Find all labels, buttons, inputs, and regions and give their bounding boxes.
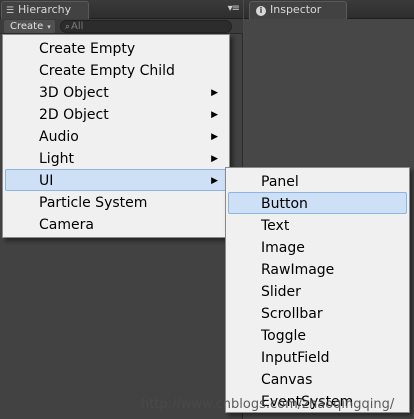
menu-item-2d-object[interactable]: 2D Object ▶ bbox=[5, 103, 227, 125]
menu-item-label: UI bbox=[39, 173, 54, 189]
create-button[interactable]: Create ▾ bbox=[4, 20, 55, 33]
menu-item-create-empty-child[interactable]: Create Empty Child bbox=[5, 59, 227, 81]
submenu-item-image[interactable]: Image bbox=[228, 236, 407, 258]
chevron-right-icon: ▶ bbox=[211, 132, 218, 142]
menu-item-label: Button bbox=[261, 196, 308, 212]
chevron-right-icon: ▶ bbox=[211, 176, 218, 186]
tab-hierarchy[interactable]: ☰ Hierarchy bbox=[1, 1, 89, 19]
search-icon: ⌕ bbox=[65, 22, 71, 32]
chevron-right-icon: ▶ bbox=[211, 154, 218, 164]
menu-item-label: Canvas bbox=[261, 372, 313, 388]
menu-item-3d-object[interactable]: 3D Object ▶ bbox=[5, 81, 227, 103]
menu-item-label: InputField bbox=[261, 350, 330, 366]
menu-item-label: 3D Object bbox=[39, 85, 109, 101]
tab-inspector[interactable]: i Inspector bbox=[249, 1, 347, 19]
menu-item-label: Create Empty bbox=[39, 41, 136, 57]
menu-item-ui[interactable]: UI ▶ bbox=[5, 169, 227, 191]
menu-item-label: Create Empty Child bbox=[39, 63, 175, 79]
list-icon: ☰ bbox=[6, 6, 15, 16]
menu-item-particle-system[interactable]: Particle System bbox=[5, 191, 227, 213]
info-icon: i bbox=[256, 6, 266, 16]
submenu-item-scrollbar[interactable]: Scrollbar bbox=[228, 302, 407, 324]
menu-item-create-empty[interactable]: Create Empty bbox=[5, 37, 227, 59]
menu-item-label: Camera bbox=[39, 217, 94, 233]
watermark-text: http://www.cnblogs.com/zhaoqingqing/ bbox=[141, 397, 395, 412]
create-button-label: Create bbox=[10, 21, 44, 32]
menu-item-label: 2D Object bbox=[39, 107, 109, 123]
menu-item-label: Toggle bbox=[261, 328, 307, 344]
hierarchy-tab-bar: ☰ Hierarchy ▾≡ bbox=[0, 0, 243, 19]
submenu-item-canvas[interactable]: Canvas bbox=[228, 368, 407, 390]
submenu-item-rawimage[interactable]: RawImage bbox=[228, 258, 407, 280]
submenu-item-button[interactable]: Button bbox=[228, 192, 407, 214]
menu-item-label: Scrollbar bbox=[261, 306, 323, 322]
menu-item-label: Particle System bbox=[39, 195, 148, 211]
inspector-tab-label: Inspector bbox=[270, 3, 322, 16]
submenu-item-slider[interactable]: Slider bbox=[228, 280, 407, 302]
menu-item-label: Image bbox=[261, 240, 305, 256]
menu-item-label: Audio bbox=[39, 129, 79, 145]
hierarchy-toolbar: Create ▾ ⌕All bbox=[0, 19, 243, 34]
hierarchy-tab-label: Hierarchy bbox=[18, 3, 72, 16]
panel-options-icon[interactable]: ▾≡ bbox=[228, 3, 240, 15]
submenu-item-text[interactable]: Text bbox=[228, 214, 407, 236]
chevron-right-icon: ▶ bbox=[211, 88, 218, 98]
inspector-tab-bar: i Inspector bbox=[244, 0, 414, 19]
submenu-item-panel[interactable]: Panel bbox=[228, 170, 407, 192]
menu-item-label: RawImage bbox=[261, 262, 335, 278]
menu-item-label: Text bbox=[261, 218, 290, 234]
menu-item-label: Light bbox=[39, 151, 74, 167]
chevron-right-icon: ▶ bbox=[211, 110, 218, 120]
submenu-item-toggle[interactable]: Toggle bbox=[228, 324, 407, 346]
ui-submenu: Panel Button Text Image RawImage Slider … bbox=[225, 167, 410, 413]
chevron-down-icon: ▾ bbox=[47, 23, 51, 31]
menu-item-audio[interactable]: Audio ▶ bbox=[5, 125, 227, 147]
menu-item-light[interactable]: Light ▶ bbox=[5, 147, 227, 169]
menu-item-label: Slider bbox=[261, 284, 301, 300]
search-placeholder: All bbox=[71, 21, 84, 32]
menu-item-camera[interactable]: Camera bbox=[5, 213, 227, 235]
menu-item-label: Panel bbox=[261, 174, 299, 190]
create-context-menu: Create Empty Create Empty Child 3D Objec… bbox=[2, 34, 230, 238]
submenu-item-inputfield[interactable]: InputField bbox=[228, 346, 407, 368]
search-input[interactable]: ⌕All bbox=[60, 20, 232, 33]
